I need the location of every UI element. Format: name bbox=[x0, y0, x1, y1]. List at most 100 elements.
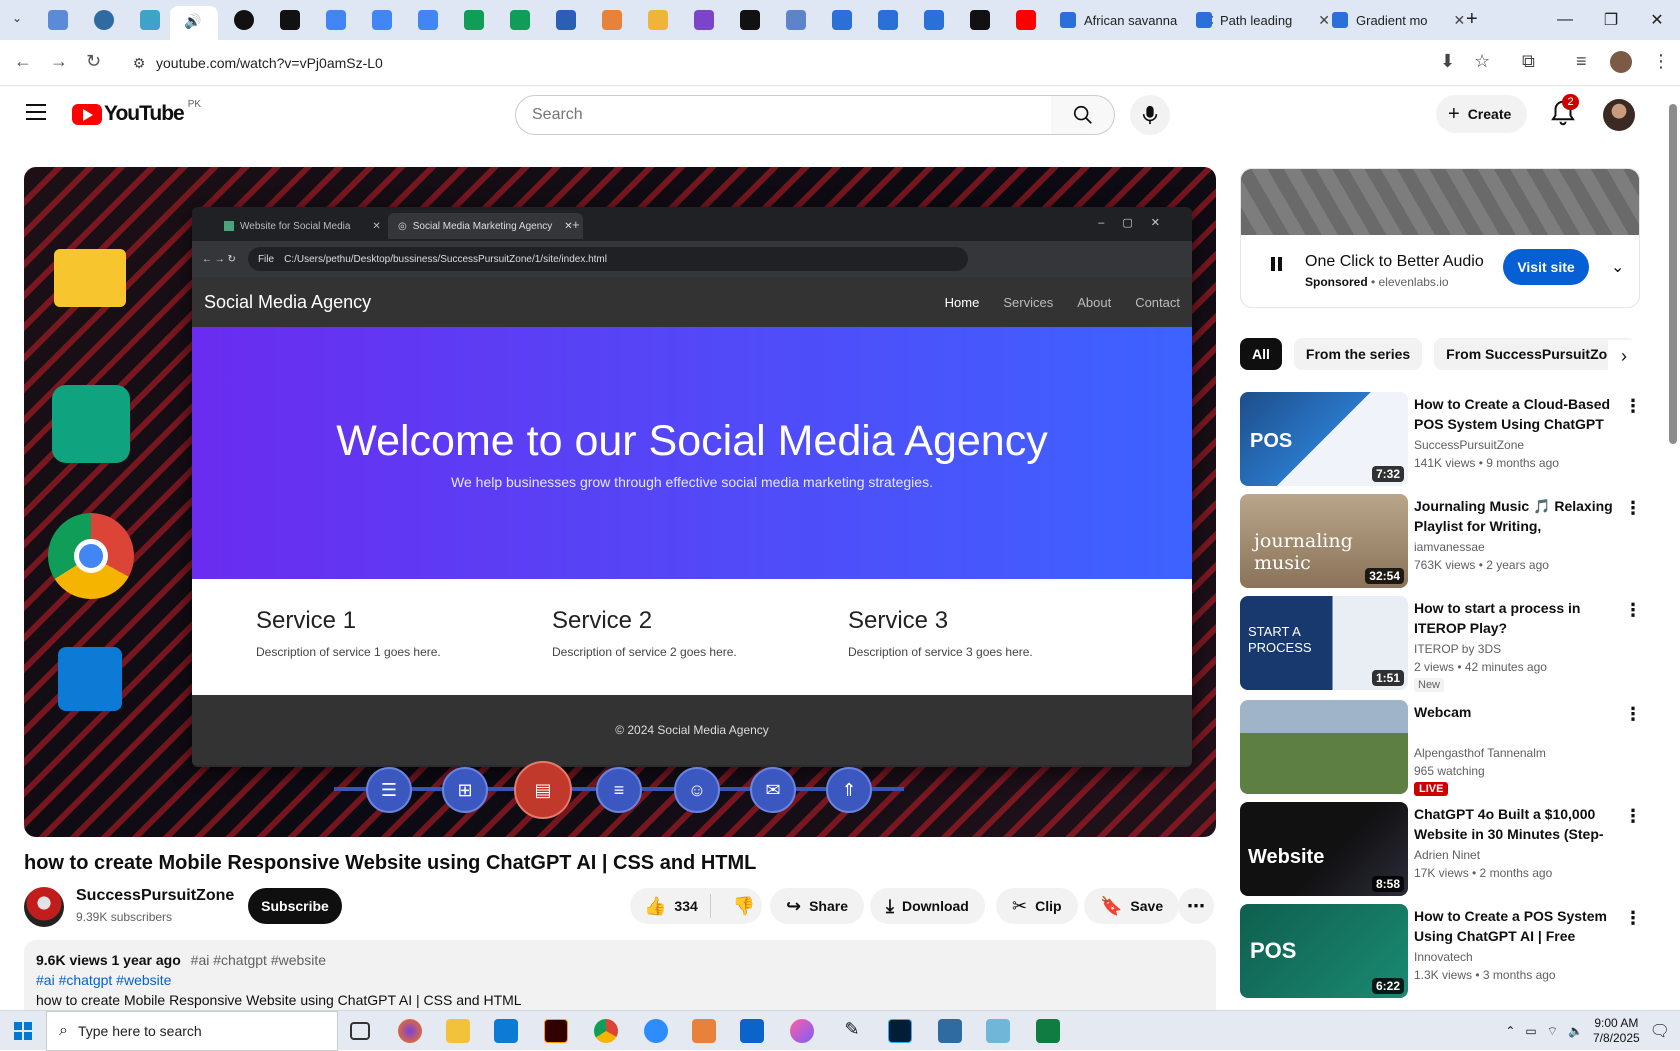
tab-gradient[interactable]: Gradient mo ✕ bbox=[1332, 6, 1465, 34]
video-thumbnail[interactable]: journaling music 32:54 bbox=[1240, 494, 1408, 588]
video-title[interactable]: How to Create a Cloud-Based POS System U… bbox=[1414, 394, 1614, 434]
ad-banner[interactable] bbox=[1241, 169, 1639, 235]
video-title[interactable]: Webcam bbox=[1414, 702, 1614, 722]
app-icon[interactable] bbox=[692, 1019, 716, 1043]
share-button[interactable]: ↪ Share bbox=[770, 888, 865, 924]
more-vertical-icon[interactable]: ⋮ bbox=[1624, 806, 1642, 827]
youtube-icon[interactable] bbox=[1016, 10, 1036, 30]
close-icon[interactable]: ✕ bbox=[1454, 12, 1466, 29]
subscribe-button[interactable]: Subscribe bbox=[248, 888, 342, 924]
ad-title[interactable]: One Click to Better Audio bbox=[1305, 253, 1484, 271]
notification-center-icon[interactable]: 🗨 bbox=[1650, 1021, 1670, 1041]
reload-icon[interactable]: ↻ bbox=[86, 51, 101, 72]
wifi-icon[interactable]: ⌔ bbox=[1547, 1024, 1558, 1039]
excel-icon[interactable] bbox=[1036, 1019, 1060, 1043]
save-button[interactable]: 🔖 Save bbox=[1084, 888, 1180, 924]
channel-name[interactable]: SuccessPursuitZone bbox=[1414, 438, 1524, 452]
windows-start-button[interactable] bbox=[0, 1011, 46, 1051]
notepad-icon[interactable] bbox=[986, 1019, 1010, 1043]
pen-icon[interactable]: ✎ bbox=[840, 1019, 864, 1043]
app-icon[interactable] bbox=[938, 1019, 962, 1043]
volume-icon[interactable]: 🔈 bbox=[1568, 1024, 1583, 1038]
channel-name[interactable]: Innovatech bbox=[1414, 950, 1473, 964]
account-avatar[interactable] bbox=[1603, 99, 1635, 131]
tab-favicon[interactable] bbox=[694, 10, 714, 30]
channel-name[interactable]: iamvanessae bbox=[1414, 540, 1485, 554]
chip-all[interactable]: All bbox=[1240, 338, 1282, 370]
voice-search-button[interactable] bbox=[1130, 95, 1170, 135]
new-tab-button[interactable]: + bbox=[1466, 8, 1478, 31]
tab-search-icon[interactable]: ⌄ bbox=[12, 11, 22, 25]
vscode-taskbar-icon[interactable] bbox=[494, 1019, 518, 1043]
app-icon[interactable] bbox=[790, 1019, 814, 1043]
recommendation-item[interactable]: POS 6:22 How to Create a POS System Usin… bbox=[1240, 904, 1642, 998]
taskbar-search[interactable]: ⌕ Type here to search bbox=[46, 1011, 338, 1051]
more-vertical-icon[interactable]: ⋮ bbox=[1624, 396, 1642, 417]
illustrator-icon[interactable] bbox=[544, 1019, 568, 1043]
close-icon[interactable]: ✕ bbox=[1318, 12, 1330, 29]
minimize-icon[interactable]: — bbox=[1542, 0, 1588, 40]
channel-name[interactable]: Alpengasthof Tannenalm bbox=[1414, 746, 1546, 760]
scrollbar-thumb[interactable] bbox=[1669, 104, 1677, 444]
like-button[interactable]: 👍 334 bbox=[630, 894, 711, 918]
channel-name[interactable]: SuccessPursuitZone bbox=[76, 887, 234, 905]
network-icon[interactable]: ▭ bbox=[1525, 1024, 1536, 1038]
chevron-up-icon[interactable]: ⌃ bbox=[1505, 1024, 1515, 1038]
channel-avatar[interactable] bbox=[24, 887, 64, 927]
recommendation-item[interactable]: Webcam Alpengasthof Tannenalm 965 watchi… bbox=[1240, 700, 1642, 796]
tab-favicon[interactable] bbox=[48, 10, 68, 30]
create-button[interactable]: + Create bbox=[1436, 95, 1528, 133]
video-thumbnail[interactable]: POS 6:22 bbox=[1240, 904, 1408, 998]
video-player[interactable]: Website for Social Media ✕ ◎ Social Medi… bbox=[24, 167, 1216, 837]
search-button[interactable] bbox=[1051, 95, 1115, 135]
more-actions-button[interactable]: ⋯ bbox=[1178, 888, 1214, 924]
more-vertical-icon[interactable]: ⋮ bbox=[1624, 704, 1642, 725]
firefox-icon[interactable] bbox=[398, 1019, 422, 1043]
more-vertical-icon[interactable]: ⋮ bbox=[1624, 908, 1642, 929]
download-button[interactable]: ⤓ Download bbox=[870, 888, 985, 924]
tab-favicon[interactable] bbox=[648, 10, 668, 30]
site-info-icon[interactable]: ⚙ bbox=[122, 55, 156, 72]
video-thumbnail[interactable]: Website 8:58 bbox=[1240, 802, 1408, 896]
tab-favicon[interactable] bbox=[970, 10, 990, 30]
active-tab[interactable]: 🔊 bbox=[170, 6, 218, 40]
photoshop-icon[interactable] bbox=[888, 1019, 912, 1043]
chip-from-channel[interactable]: From SuccessPursuitZone bbox=[1434, 338, 1636, 370]
profile-icon[interactable] bbox=[1610, 51, 1632, 73]
tab-favicon[interactable] bbox=[140, 10, 160, 30]
browser-menu-icon[interactable]: ⋮ bbox=[1652, 51, 1670, 72]
sponsored-ad[interactable]: One Click to Better Audio Sponsored • el… bbox=[1240, 168, 1640, 308]
docs-icon[interactable] bbox=[418, 10, 438, 30]
install-icon[interactable]: ⬇ bbox=[1440, 51, 1455, 72]
clock[interactable]: 9:00 AM 7/8/2025 bbox=[1593, 1016, 1640, 1046]
url-text[interactable]: youtube.com/watch?v=vPj0amSz-L0 bbox=[156, 55, 383, 71]
tab-favicon[interactable] bbox=[602, 10, 622, 30]
sheets-icon[interactable] bbox=[464, 10, 484, 30]
tab-african-savanna[interactable]: African savanna ✕ bbox=[1060, 6, 1215, 34]
recommendation-item[interactable]: POS 7:32 How to Create a Cloud-Based POS… bbox=[1240, 392, 1642, 486]
close-window-icon[interactable]: ✕ bbox=[1634, 0, 1680, 40]
video-thumbnail[interactable] bbox=[1240, 700, 1408, 794]
file-explorer-icon[interactable] bbox=[446, 1019, 470, 1043]
channel-name[interactable]: ITEROP by 3DS bbox=[1414, 642, 1501, 656]
tab-favicon[interactable] bbox=[786, 10, 806, 30]
video-thumbnail[interactable]: POS 7:32 bbox=[1240, 392, 1408, 486]
restore-icon[interactable]: ❐ bbox=[1588, 0, 1634, 40]
tab-path-leading[interactable]: Path leading ✕ bbox=[1196, 6, 1330, 34]
tab-favicon[interactable] bbox=[924, 10, 944, 30]
task-view-icon[interactable] bbox=[350, 1022, 370, 1040]
chrome-taskbar-icon[interactable] bbox=[594, 1019, 618, 1043]
omnibox[interactable]: ⚙ youtube.com/watch?v=vPj0amSz-L0 bbox=[122, 46, 1438, 80]
tab-favicon[interactable] bbox=[94, 10, 114, 30]
tab-favicon[interactable] bbox=[832, 10, 852, 30]
chevron-right-icon[interactable]: › bbox=[1608, 340, 1640, 372]
back-icon[interactable]: ← bbox=[14, 51, 32, 72]
video-title[interactable]: Journaling Music 🎵 Relaxing Playlist for… bbox=[1414, 496, 1614, 536]
chip-from-series[interactable]: From the series bbox=[1293, 338, 1423, 370]
chevron-down-icon[interactable]: ⌄ bbox=[1611, 257, 1624, 277]
bookmark-star-icon[interactable]: ☆ bbox=[1474, 51, 1490, 72]
zoom-icon[interactable] bbox=[644, 1019, 668, 1043]
hamburger-menu-icon[interactable] bbox=[26, 104, 46, 120]
recommendation-item[interactable]: START A PROCESS 1:51 How to start a proc… bbox=[1240, 596, 1642, 692]
youtube-logo[interactable]: YouTube PK bbox=[72, 99, 201, 126]
